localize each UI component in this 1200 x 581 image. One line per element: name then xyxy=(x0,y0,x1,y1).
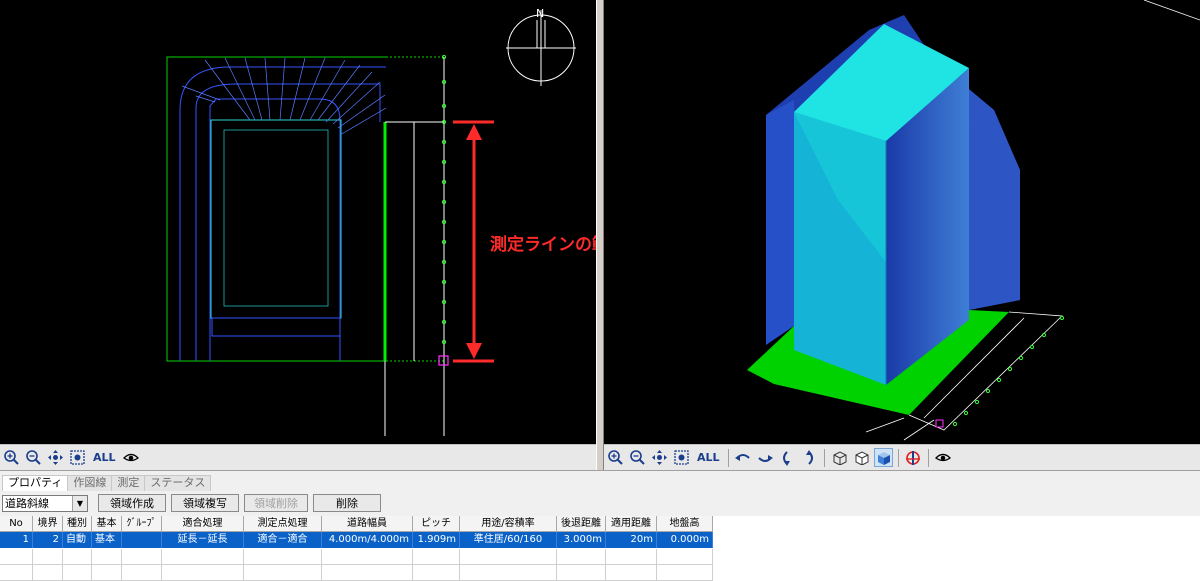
panel-controls: 道路斜線 ▼ xyxy=(2,493,88,513)
zoom-in-icon[interactable] xyxy=(606,448,625,467)
building-inner xyxy=(223,129,329,307)
zoom-out-icon[interactable] xyxy=(628,448,647,467)
table-row-empty xyxy=(0,549,713,565)
table-row-empty xyxy=(0,565,713,581)
cell-ground-height: 0.000m xyxy=(657,532,713,548)
zoom-all-button[interactable]: ALL xyxy=(694,448,723,467)
cell-use-ratio: 準住居/60/160 xyxy=(460,532,557,548)
toolbar-separator xyxy=(823,448,825,467)
cell-boundary: 2 xyxy=(33,532,63,548)
tab-properties[interactable]: プロパティ xyxy=(2,475,69,491)
shaded-icon[interactable] xyxy=(873,448,893,467)
fit-view-icon[interactable] xyxy=(68,448,87,467)
region-table: No 境界 種別 基本 ｸﾞﾙｰﾌﾟ 適合処理 測定点処理 道路幅員 ピッチ 用… xyxy=(0,516,1200,581)
col-header[interactable]: 道路幅員 xyxy=(322,516,413,532)
cell-basic: 基本 xyxy=(92,532,122,548)
cell-point-process: 適合－適合 xyxy=(244,532,322,548)
compass-icon xyxy=(506,10,576,86)
envelope-outline-3 xyxy=(209,98,341,361)
zoom-in-icon[interactable] xyxy=(2,448,21,467)
plan-toolbar: ALL xyxy=(0,444,596,470)
tab-status[interactable]: ステータス xyxy=(144,475,212,491)
pan-icon[interactable] xyxy=(650,448,669,467)
panel-tabs: プロパティ 作図線 測定 ステータス xyxy=(2,475,212,491)
cell-applied-distance: 20m xyxy=(606,532,657,548)
regulation-type-value: 道路斜線 xyxy=(5,497,49,510)
col-header[interactable]: 地盤高 xyxy=(657,516,713,532)
view-eye-icon[interactable] xyxy=(122,448,141,467)
chevron-down-icon[interactable]: ▼ xyxy=(72,495,87,511)
3d-viewport[interactable] xyxy=(604,0,1200,444)
col-header[interactable]: ｸﾞﾙｰﾌﾟ xyxy=(122,516,162,532)
view-eye-icon[interactable] xyxy=(934,448,953,467)
toolbar-separator xyxy=(927,448,929,467)
table-row[interactable]: 1 2 自動 基本 延長－延長 適合－適合 4.000m/4.000m 1.90… xyxy=(0,532,713,548)
cell-type: 自動 xyxy=(63,532,92,548)
envelope-left xyxy=(766,100,794,345)
site-boundary xyxy=(166,56,386,362)
floor-outline xyxy=(211,317,341,337)
property-panel: プロパティ 作図線 測定 ステータス 道路斜線 ▼ 領域作成 領域複写 領域削除… xyxy=(0,470,1200,581)
cell-setback: 3.000m xyxy=(557,532,606,548)
col-header[interactable]: 基本 xyxy=(92,516,122,532)
col-header[interactable]: 後退距離 xyxy=(557,516,606,532)
view-splitter[interactable] xyxy=(596,0,604,470)
col-header[interactable]: 適用距離 xyxy=(606,516,657,532)
col-header[interactable]: 境界 xyxy=(33,516,63,532)
rotate-right-icon[interactable] xyxy=(756,448,775,467)
delete-region-button[interactable]: 領域削除 xyxy=(244,494,308,512)
table-header: No 境界 種別 基本 ｸﾞﾙｰﾌﾟ 適合処理 測定点処理 道路幅員 ピッチ 用… xyxy=(0,516,713,532)
col-header[interactable]: 種別 xyxy=(63,516,92,532)
pan-icon[interactable] xyxy=(46,448,65,467)
road-selected-point xyxy=(935,419,944,428)
measure-range-arrow xyxy=(453,120,494,363)
delete-button[interactable]: 削除 xyxy=(313,494,381,512)
col-header[interactable]: 測定点処理 xyxy=(244,516,322,532)
cell-fit-process: 延長－延長 xyxy=(162,532,244,548)
axis-line xyxy=(1143,0,1200,21)
tab-measure[interactable]: 測定 xyxy=(111,475,146,491)
rotate-left-icon[interactable] xyxy=(734,448,753,467)
rotate-up-icon[interactable] xyxy=(800,448,819,467)
hidden-line-icon[interactable] xyxy=(852,448,871,467)
copy-region-button[interactable]: 領域複写 xyxy=(171,494,239,512)
fit-view-icon[interactable] xyxy=(672,448,691,467)
create-region-button[interactable]: 領域作成 xyxy=(98,494,166,512)
cell-pitch: 1.909m xyxy=(413,532,460,548)
compass-label: N xyxy=(536,7,544,20)
regulation-type-select[interactable]: 道路斜線 ▼ xyxy=(2,494,88,512)
measure-range-label: 測定ラインの範囲 xyxy=(490,234,596,255)
plan-drawing: 測定ラインの範囲 N xyxy=(166,7,596,436)
plan-viewport[interactable]: 測定ラインの範囲 N xyxy=(0,0,596,444)
cell-no: 1 xyxy=(0,532,33,548)
toolbar-separator xyxy=(727,448,729,467)
envelope-outline-2 xyxy=(195,83,381,361)
building-footprint xyxy=(210,119,342,319)
corner-fan xyxy=(181,57,387,136)
wireframe-icon[interactable] xyxy=(830,448,849,467)
rotate-down-icon[interactable] xyxy=(778,448,797,467)
toolbar-separator xyxy=(897,448,899,467)
col-header[interactable]: ピッチ xyxy=(413,516,460,532)
3d-toolbar: ALL xyxy=(604,444,1200,470)
tab-drawing-lines[interactable]: 作図線 xyxy=(67,475,113,491)
zoom-out-icon[interactable] xyxy=(24,448,43,467)
zoom-all-button[interactable]: ALL xyxy=(90,448,119,467)
cell-group xyxy=(122,532,162,548)
col-header[interactable]: No xyxy=(0,516,33,532)
cell-road-width: 4.000m/4.000m xyxy=(322,532,413,548)
axis-icon[interactable] xyxy=(904,448,923,467)
3d-drawing xyxy=(747,0,1200,441)
col-header[interactable]: 用途/容積率 xyxy=(460,516,557,532)
col-header[interactable]: 適合処理 xyxy=(162,516,244,532)
